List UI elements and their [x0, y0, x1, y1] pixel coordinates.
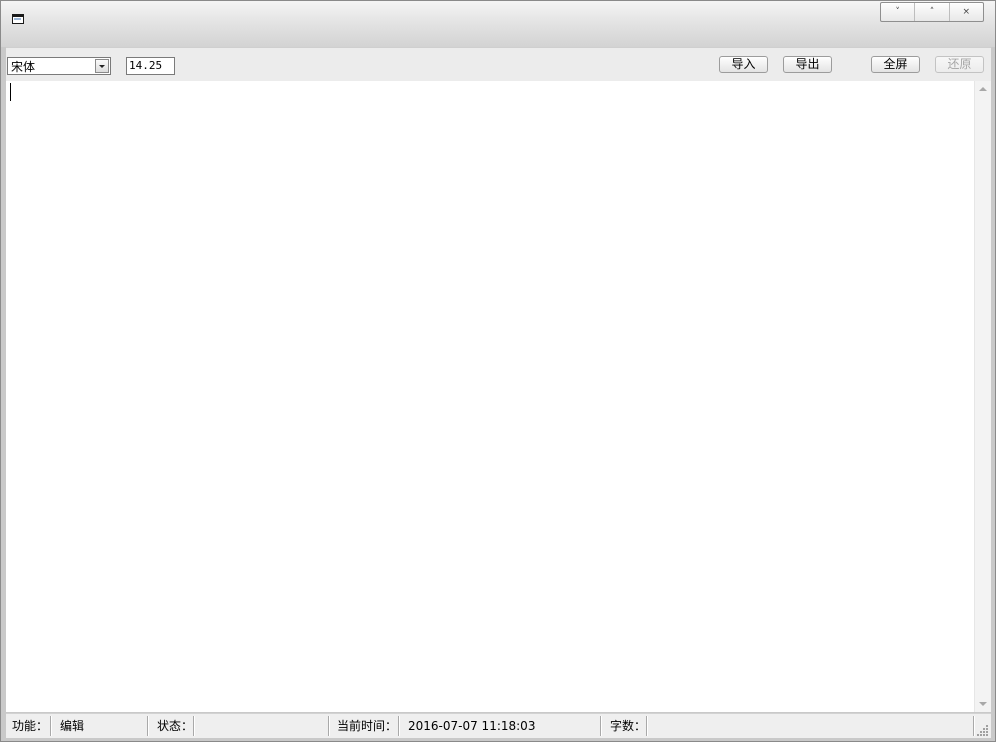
scroll-down-icon[interactable]: [979, 702, 987, 706]
status-divider: [193, 716, 194, 736]
chevron-down-icon[interactable]: [95, 59, 109, 73]
app-window: ˅ ˄ × 宋体 14.25 导入 导出 全屏 还原 功能： 编辑 状态： 当前…: [0, 0, 996, 742]
app-icon: [12, 14, 24, 24]
status-divider: [328, 716, 329, 736]
minimize-button[interactable]: ˅: [881, 3, 916, 21]
function-value: 编辑: [60, 719, 85, 733]
text-editor[interactable]: [6, 81, 991, 712]
status-divider: [600, 716, 601, 736]
status-bar: 功能： 编辑 状态： 当前时间： 2016-07-07 11:18:03 字数：: [6, 713, 991, 738]
current-time-value: 2016-07-07 11:18:03: [408, 719, 536, 733]
current-time-label: 当前时间：: [337, 719, 398, 733]
scroll-up-icon[interactable]: [979, 87, 987, 91]
text-caret: [10, 83, 11, 101]
status-divider: [50, 716, 51, 736]
toolbar: 宋体 14.25 导入 导出 全屏 还原: [6, 47, 991, 82]
function-label: 功能：: [12, 719, 49, 733]
import-button[interactable]: 导入: [719, 56, 768, 73]
font-family-select[interactable]: 宋体: [7, 57, 111, 75]
status-divider: [398, 716, 399, 736]
resize-grip-icon[interactable]: [977, 724, 989, 736]
export-button[interactable]: 导出: [783, 56, 832, 73]
status-divider: [147, 716, 148, 736]
restore-button[interactable]: 还原: [935, 56, 984, 73]
status-divider: [646, 716, 647, 736]
fullscreen-button[interactable]: 全屏: [871, 56, 920, 73]
word-count-label: 字数：: [610, 719, 647, 733]
font-family-value: 宋体: [11, 60, 36, 74]
window-controls: ˅ ˄ ×: [880, 2, 984, 22]
status-divider: [973, 716, 974, 736]
title-bar[interactable]: ˅ ˄ ×: [1, 1, 995, 47]
vertical-scrollbar[interactable]: [974, 81, 991, 712]
close-button[interactable]: ×: [950, 3, 983, 21]
font-size-input[interactable]: 14.25: [126, 57, 175, 75]
maximize-button[interactable]: ˄: [915, 3, 950, 21]
state-label: 状态：: [157, 719, 194, 733]
